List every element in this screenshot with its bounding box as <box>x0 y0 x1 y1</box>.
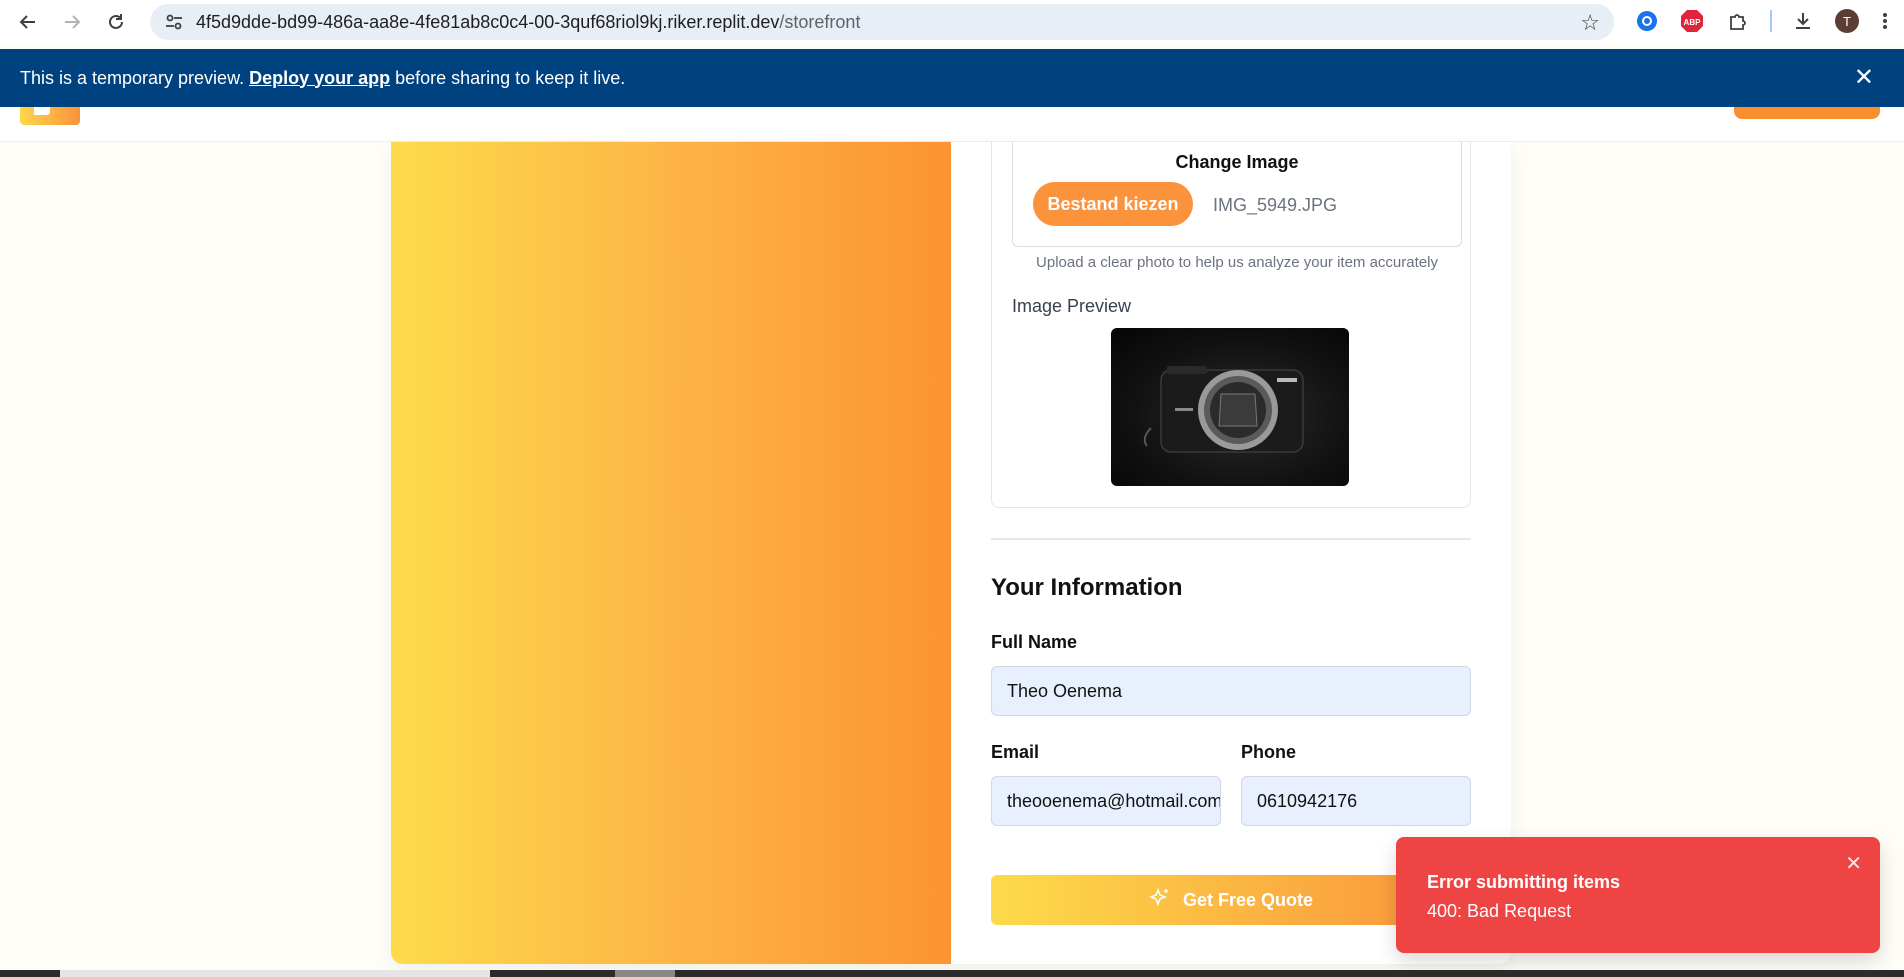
deploy-link[interactable]: Deploy your app <box>249 68 390 89</box>
change-image-label: Change Image <box>1175 152 1299 172</box>
phone-label: Phone <box>1241 742 1297 762</box>
toolbar-divider <box>1770 10 1772 32</box>
url-path: /storefront <box>779 11 861 32</box>
menu-kebab-icon[interactable] <box>1872 8 1898 34</box>
site-header <box>0 107 1904 142</box>
full-name-value: Theo Oenema <box>1007 680 1123 701</box>
banner-close-icon[interactable]: ✕ <box>1854 63 1874 92</box>
email-label: Email <box>991 742 1040 762</box>
site-info-icon[interactable] <box>154 4 194 40</box>
sparkles-icon <box>1148 887 1171 914</box>
choose-file-button[interactable]: Bestand kiezen <box>1033 182 1193 226</box>
error-toast: Error submitting items 400: Bad Request … <box>1396 837 1880 953</box>
logo-mark <box>34 107 50 115</box>
toast-message: 400: Bad Request <box>1427 901 1572 921</box>
image-preview <box>1111 328 1349 486</box>
toast-close-icon[interactable]: ✕ <box>1845 851 1862 876</box>
browser-toolbar: 4f5d9dde-bd99-486a-aa8e-4fe81ab8c0c4-00-… <box>0 0 1904 43</box>
adblock-plus-icon[interactable]: ABP <box>1679 8 1705 34</box>
header-cta-button[interactable] <box>1734 107 1880 119</box>
taskbar-item[interactable] <box>615 970 675 977</box>
reload-icon[interactable] <box>94 0 138 43</box>
section-divider <box>991 538 1471 540</box>
selected-file-name: IMG_5949.JPG <box>1213 195 1338 215</box>
address-bar[interactable]: 4f5d9dde-bd99-486a-aa8e-4fe81ab8c0c4-00-… <box>150 4 1614 40</box>
email-value: theooenema@hotmail.com <box>1007 790 1221 811</box>
url-text: 4f5d9dde-bd99-486a-aa8e-4fe81ab8c0c4-00-… <box>196 12 860 33</box>
svg-text:ABP: ABP <box>1684 18 1702 27</box>
back-icon[interactable] <box>6 0 50 43</box>
camera-photo <box>1143 366 1304 453</box>
file-upload-box: Change Image Bestand kiezen IMG_5949.JPG <box>1012 142 1462 247</box>
your-information-heading: Your Information <box>991 574 1183 601</box>
storefront-card: Change Image Bestand kiezen IMG_5949.JPG… <box>391 142 1511 964</box>
phone-input[interactable]: 0610942176 <box>1241 776 1471 826</box>
url-host: 4f5d9dde-bd99-486a-aa8e-4fe81ab8c0c4-00-… <box>196 11 780 32</box>
bookmark-star-icon[interactable]: ☆ <box>1580 10 1600 36</box>
puzzle-icon[interactable] <box>1725 8 1751 34</box>
forward-icon[interactable] <box>50 0 94 43</box>
image-preview-label: Image Preview <box>1012 296 1132 316</box>
banner-text: This is a temporary preview. <box>20 67 245 88</box>
email-input[interactable]: theooenema@hotmail.com <box>991 776 1221 826</box>
phone-value: 0610942176 <box>1257 790 1358 811</box>
chrome-extension-icon[interactable] <box>1634 8 1660 34</box>
download-icon[interactable] <box>1790 8 1816 34</box>
taskbar-item[interactable] <box>60 970 490 977</box>
full-name-input[interactable]: Theo Oenema <box>991 666 1471 716</box>
profile-avatar[interactable]: T <box>1834 8 1860 34</box>
hero-gradient-panel <box>391 142 951 964</box>
get-free-quote-label: Get Free Quote <box>1182 889 1314 910</box>
os-taskbar <box>0 970 1904 977</box>
preview-banner: This is a temporary preview. Deploy your… <box>0 49 1904 107</box>
full-name-label: Full Name <box>991 632 1078 652</box>
upload-help-text: Upload a clear photo to help us analyze … <box>1036 254 1438 271</box>
site-logo[interactable] <box>20 107 80 125</box>
toast-title: Error submitting items <box>1427 872 1621 892</box>
profile-initial: T <box>1835 9 1859 33</box>
banner-text-after: before sharing to keep it live. <box>395 67 626 88</box>
